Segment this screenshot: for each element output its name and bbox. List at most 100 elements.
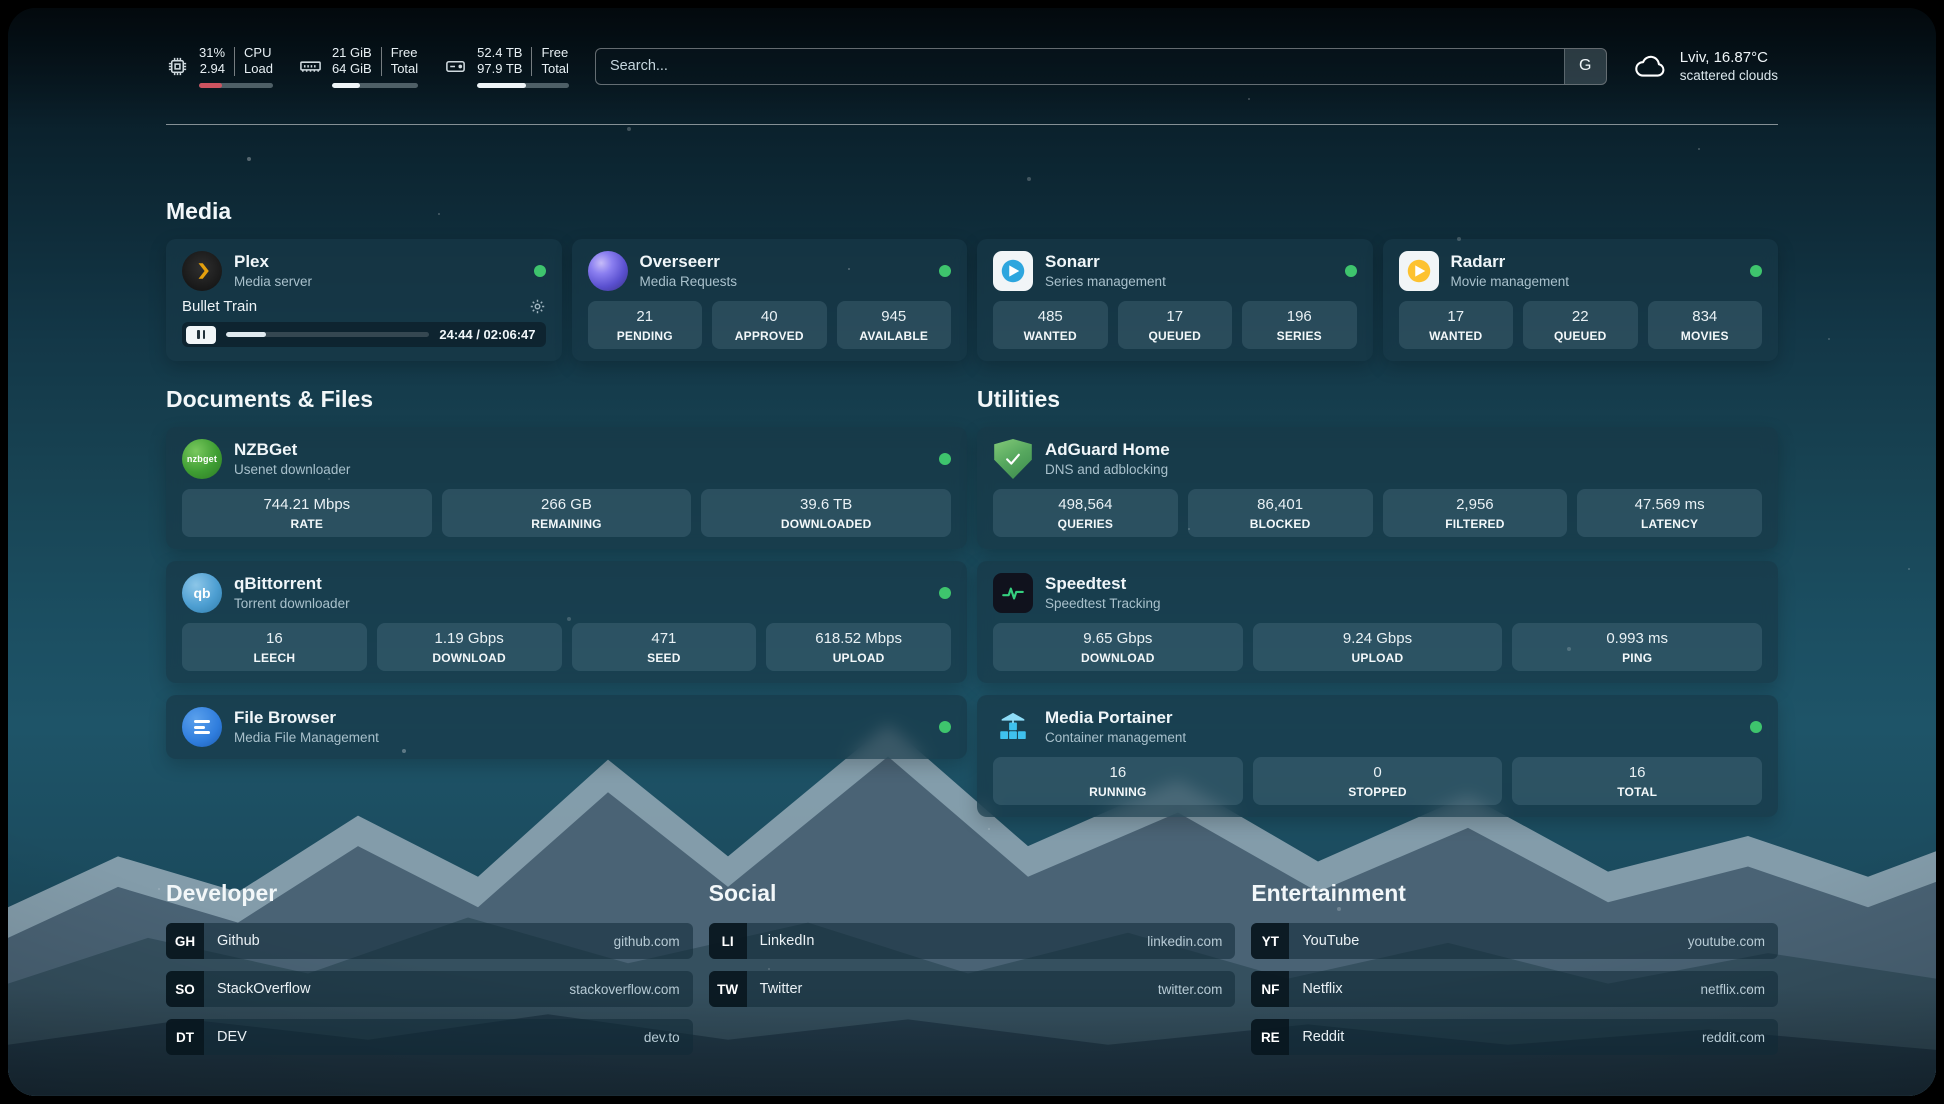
stat-box: 618.52 Mbps UPLOAD [766, 623, 951, 671]
snow-particles [8, 8, 10, 10]
qbittorrent-card[interactable]: qb qBittorrent Torrent downloader 16 [166, 561, 967, 683]
entertainment-section-title: Entertainment [1251, 879, 1778, 907]
bookmark-github[interactable]: GH Github github.com [166, 923, 693, 959]
status-dot [939, 721, 951, 733]
linkedin-icon: LI [709, 923, 747, 959]
app-subtitle: Media File Management [234, 730, 379, 746]
stat-box: 47.569 ms LATENCY [1577, 489, 1762, 537]
app-subtitle: DNS and adblocking [1045, 462, 1170, 478]
pause-button[interactable] [186, 326, 216, 344]
app-subtitle: Series management [1045, 274, 1166, 290]
bookmark-name: Netflix [1289, 971, 1342, 1007]
qbittorrent-icon: qb [182, 573, 222, 613]
memory-label-line2: Total [391, 61, 418, 78]
stat-box: 945 AVAILABLE [837, 301, 952, 349]
bookmark-name: Twitter [747, 971, 803, 1007]
status-dot [1750, 721, 1762, 733]
bookmark-dev[interactable]: DT DEV dev.to [166, 1019, 693, 1055]
stat-box: 16 LEECH [182, 623, 367, 671]
gear-icon[interactable] [529, 298, 546, 315]
app-subtitle: Movie management [1451, 274, 1570, 290]
app-name: Overseerr [640, 252, 738, 272]
app-name: Sonarr [1045, 252, 1166, 272]
cpu-label-line1: CPU [244, 45, 273, 62]
search-input[interactable] [596, 58, 1564, 74]
portainer-card[interactable]: Media Portainer Container management 16 … [977, 695, 1778, 817]
speedtest-card[interactable]: Speedtest Speedtest Tracking 9.65 Gbps D… [977, 561, 1778, 683]
utilities-section-title: Utilities [977, 385, 1778, 413]
bookmark-name: LinkedIn [747, 923, 815, 959]
bookmark-url: youtube.com [1688, 923, 1778, 959]
metric-divider [381, 47, 382, 76]
bookmark-twitter[interactable]: TW Twitter twitter.com [709, 971, 1236, 1007]
app-name: qBittorrent [234, 574, 350, 594]
stat-box: 39.6 TB DOWNLOADED [701, 489, 951, 537]
adguard-icon [993, 439, 1033, 479]
weather-widget: Lviv, 16.87°C scattered clouds [1633, 49, 1778, 83]
stat-box: 40 APPROVED [712, 301, 827, 349]
status-dot [534, 265, 546, 277]
speedtest-icon [993, 573, 1033, 613]
bookmark-url: netflix.com [1700, 971, 1778, 1007]
cpu-progress-bar [199, 83, 273, 88]
stat-box: 0.993 ms PING [1512, 623, 1762, 671]
overseerr-icon [588, 251, 628, 291]
cpu-percent-value: 31% [199, 45, 225, 62]
stat-box: 86,401 BLOCKED [1188, 489, 1373, 537]
bookmark-youtube[interactable]: YT YouTube youtube.com [1251, 923, 1778, 959]
bookmark-name: YouTube [1289, 923, 1359, 959]
app-subtitle: Media Requests [640, 274, 738, 290]
app-name: Speedtest [1045, 574, 1161, 594]
middle-columns: Documents & Files nzbget NZBGet Usenet d… [166, 385, 1778, 817]
status-dot [1750, 265, 1762, 277]
plex-card[interactable]: Plex Media server Bullet Train [166, 239, 562, 361]
memory-progress-fill [332, 83, 360, 88]
search-engine-button[interactable]: G [1564, 49, 1606, 84]
media-section-title: Media [166, 197, 1778, 225]
bookmark-name: Github [204, 923, 260, 959]
memory-progress-bar [332, 83, 418, 88]
radarr-card[interactable]: Radarr Movie management 17 WANTED 22 QUE… [1383, 239, 1779, 361]
bookmark-stackoverflow[interactable]: SO StackOverflow stackoverflow.com [166, 971, 693, 1007]
stat-box: 266 GB REMAINING [442, 489, 692, 537]
radarr-icon [1399, 251, 1439, 291]
reddit-icon: RE [1251, 1019, 1289, 1055]
stat-box: 9.24 Gbps UPLOAD [1253, 623, 1503, 671]
seek-bar[interactable] [226, 332, 429, 337]
stat-box: 22 QUEUED [1523, 301, 1638, 349]
search-bar: G [595, 48, 1607, 85]
disk-label-line1: Free [541, 45, 568, 62]
dev-icon: DT [166, 1019, 204, 1055]
bookmark-linkedin[interactable]: LI LinkedIn linkedin.com [709, 923, 1236, 959]
app-name: Plex [234, 252, 312, 272]
now-playing-row: Bullet Train [182, 298, 546, 315]
status-dot [939, 453, 951, 465]
stat-box: 17 QUEUED [1118, 301, 1233, 349]
stat-box: 834 MOVIES [1648, 301, 1763, 349]
filebrowser-card[interactable]: File Browser Media File Management [166, 695, 967, 759]
playback-controls: 24:44 / 02:06:47 [182, 322, 546, 347]
app-name: File Browser [234, 708, 379, 728]
adguard-card[interactable]: AdGuard Home DNS and adblocking 498,564 … [977, 427, 1778, 549]
twitter-icon: TW [709, 971, 747, 1007]
portainer-icon [993, 707, 1033, 747]
stat-box: 16 TOTAL [1512, 757, 1762, 805]
stat-box: 16 RUNNING [993, 757, 1243, 805]
developer-section-title: Developer [166, 879, 693, 907]
app-name: Media Portainer [1045, 708, 1186, 728]
stat-box: 2,956 FILTERED [1383, 489, 1568, 537]
bookmark-url: twitter.com [1158, 971, 1236, 1007]
bookmark-url: reddit.com [1702, 1019, 1778, 1055]
seek-bar-fill [226, 332, 266, 337]
app-subtitle: Media server [234, 274, 312, 290]
bookmark-reddit[interactable]: RE Reddit reddit.com [1251, 1019, 1778, 1055]
app-subtitle: Torrent downloader [234, 596, 350, 612]
bookmark-netflix[interactable]: NF Netflix netflix.com [1251, 971, 1778, 1007]
sonarr-card[interactable]: Sonarr Series management 485 WANTED 17 Q… [977, 239, 1373, 361]
overseerr-card[interactable]: Overseerr Media Requests 21 PENDING 40 A… [572, 239, 968, 361]
nzbget-card[interactable]: nzbget NZBGet Usenet downloader 744.21 M… [166, 427, 967, 549]
app-subtitle: Speedtest Tracking [1045, 596, 1161, 612]
social-section-title: Social [709, 879, 1236, 907]
status-dot [939, 265, 951, 277]
cpu-progress-fill [199, 83, 222, 88]
